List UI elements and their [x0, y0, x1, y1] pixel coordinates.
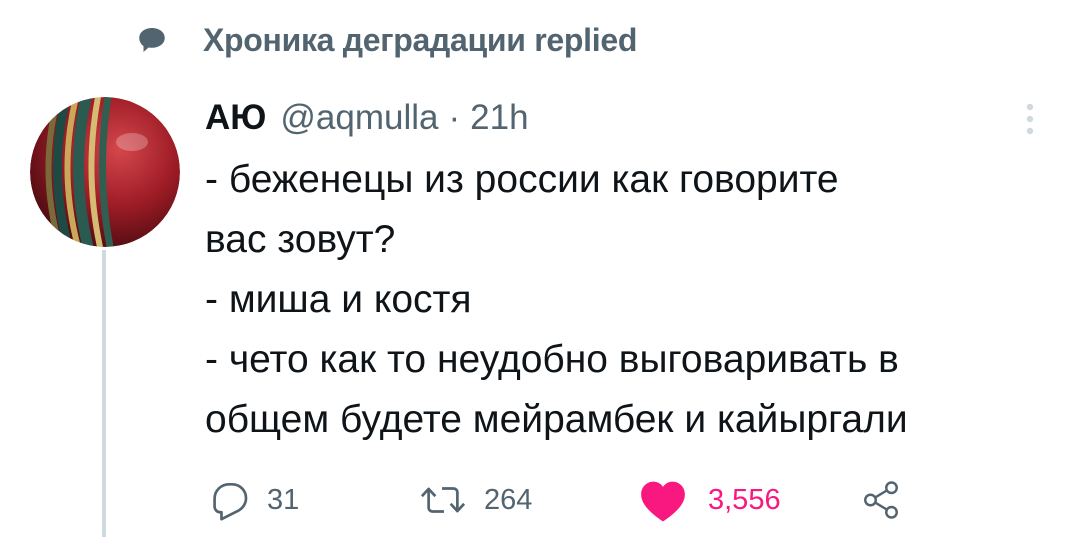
comment-bubble-icon — [135, 23, 169, 57]
timestamp[interactable]: 21h — [470, 98, 528, 138]
tweet-text-line: общем будете мейрамбек и кайыргали — [205, 398, 908, 441]
author-handle[interactable]: @aqmulla — [280, 98, 438, 138]
retweet-button[interactable]: 264 — [418, 475, 532, 525]
reply-button[interactable]: 31 — [205, 475, 299, 525]
tweet-text-line: вас зовут? — [205, 218, 396, 261]
heart-filled-icon — [638, 477, 688, 523]
like-button[interactable]: 3,556 — [638, 475, 781, 525]
tweet-text-line: - беженецы из россии как говорите — [205, 158, 839, 201]
tweet-text-line: - чето как то неудобно выговаривать в — [205, 338, 899, 381]
reply-context-text[interactable]: Хроника деградации replied — [203, 22, 637, 59]
more-options-icon[interactable] — [1018, 101, 1042, 137]
tweet-text: - беженецы из россии как говорите вас зо… — [205, 150, 1065, 450]
separator: · — [448, 98, 461, 137]
thread-line — [102, 250, 106, 537]
retweet-count: 264 — [484, 483, 533, 516]
avatar[interactable] — [30, 97, 180, 247]
reply-icon — [205, 477, 251, 523]
share-button[interactable] — [860, 475, 902, 525]
author-name[interactable]: АЮ — [205, 98, 266, 138]
reply-count: 31 — [267, 483, 300, 516]
like-count: 3,556 — [708, 483, 781, 516]
reply-context: Хроника деградации replied — [135, 20, 637, 60]
tweet-text-line: - миша и костя — [205, 278, 472, 321]
share-icon — [860, 479, 902, 521]
action-bar: 31 264 3,556 — [205, 475, 965, 525]
retweet-icon — [418, 477, 468, 523]
tweet-header: АЮ @aqmulla · 21h — [205, 98, 529, 142]
